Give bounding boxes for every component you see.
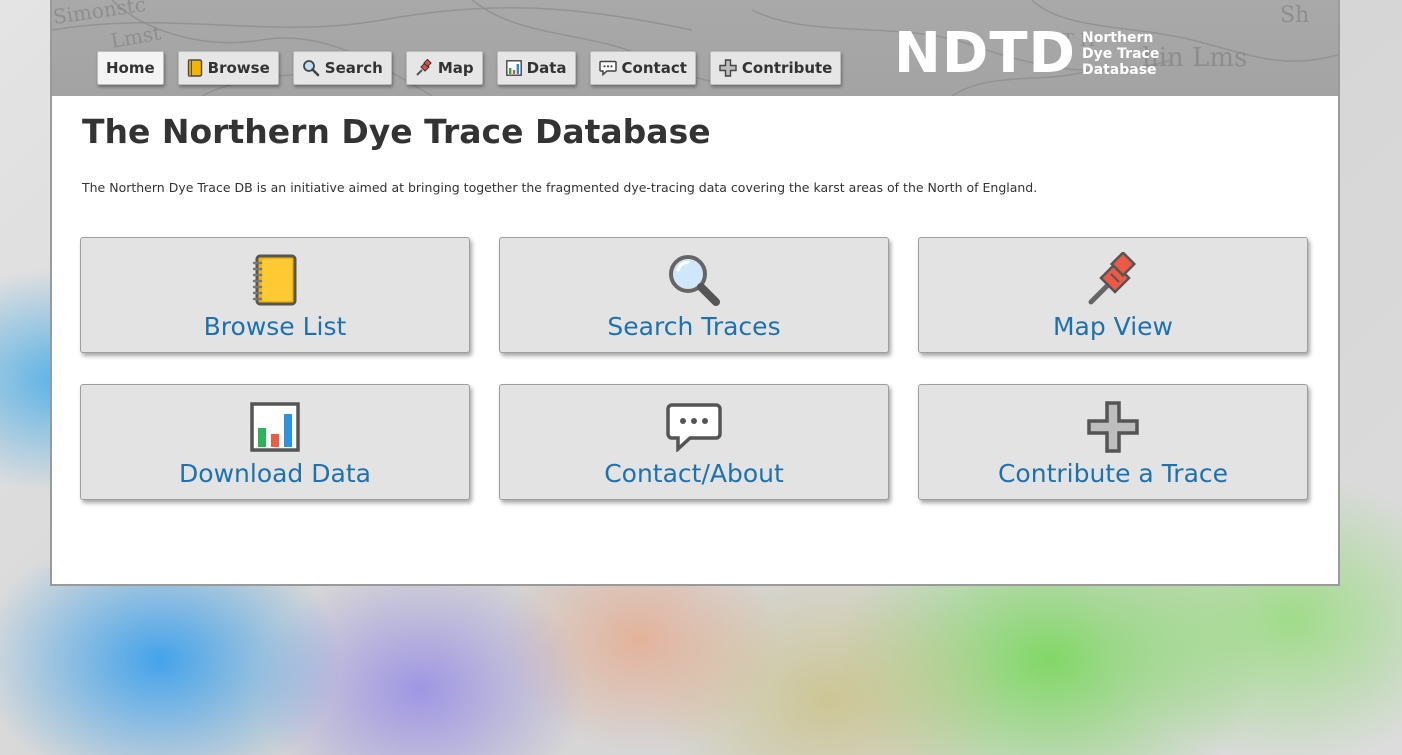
tile-search-traces[interactable]: Search Traces	[499, 237, 889, 353]
svg-text:Lmst: Lmst	[109, 21, 163, 53]
nav-home-button[interactable]: Home	[97, 51, 164, 85]
plus-icon	[1083, 399, 1143, 455]
speech-bubble-icon	[664, 399, 724, 455]
tile-contact-about-label: Contact/About	[604, 459, 784, 488]
notebook-icon	[245, 252, 305, 308]
magnifier-icon	[664, 252, 724, 308]
nav-contribute-label: Contribute	[741, 59, 833, 77]
main-nav: Home Browse Search Map Data Contact Cont…	[97, 51, 842, 85]
tile-contact-about[interactable]: Contact/About	[499, 384, 889, 500]
nav-contact-button[interactable]: Contact	[589, 51, 696, 85]
pushpin-icon	[1083, 252, 1143, 308]
nav-browse-label: Browse	[207, 59, 270, 77]
logo-abbreviation: NDTD	[894, 21, 1077, 86]
bar-chart-icon	[245, 399, 305, 455]
tile-browse-list-label: Browse List	[203, 312, 347, 341]
nav-search-label: Search	[324, 59, 383, 77]
nav-data-label: Data	[526, 59, 567, 77]
tile-download-data-label: Download Data	[179, 459, 371, 488]
tile-map-view-label: Map View	[1052, 312, 1174, 341]
pushpin-icon	[416, 59, 432, 76]
nav-map-label: Map	[437, 59, 474, 77]
nav-search-button[interactable]: Search	[292, 51, 392, 85]
nav-data-button[interactable]: Data	[496, 51, 576, 85]
nav-contribute-button[interactable]: Contribute	[709, 51, 842, 85]
svg-text:Sh: Sh	[1280, 3, 1309, 28]
nav-home-label: Home	[106, 59, 155, 77]
main-panel: Simonstc Lmst Sh hin Lms T H Home Browse	[50, 0, 1340, 586]
plus-icon	[719, 59, 737, 77]
nav-browse-button[interactable]: Browse	[177, 51, 279, 85]
notebook-icon	[187, 59, 202, 77]
tile-search-traces-label: Search Traces	[607, 312, 781, 341]
tile-download-data[interactable]: Download Data	[80, 384, 470, 500]
bar-chart-icon	[505, 60, 522, 76]
nav-map-button[interactable]: Map	[405, 51, 483, 85]
magnifier-icon	[302, 60, 320, 77]
tile-contribute-trace-label: Contribute a Trace	[997, 459, 1229, 488]
tile-map-view[interactable]: Map View	[918, 237, 1308, 353]
site-logo[interactable]: NDTD Northern Dye Trace Database	[894, 26, 1159, 82]
tile-browse-list[interactable]: Browse List	[80, 237, 470, 353]
intro-text: The Northern Dye Trace DB is an initiati…	[82, 180, 1038, 195]
site-header: Simonstc Lmst Sh hin Lms T H Home Browse	[52, 0, 1338, 96]
tile-contribute-trace[interactable]: Contribute a Trace	[918, 384, 1308, 500]
speech-bubble-icon	[598, 60, 617, 76]
page-title: The Northern Dye Trace Database	[82, 112, 711, 151]
nav-contact-label: Contact	[621, 59, 687, 77]
logo-full-name: Northern Dye Trace Database	[1082, 30, 1160, 78]
